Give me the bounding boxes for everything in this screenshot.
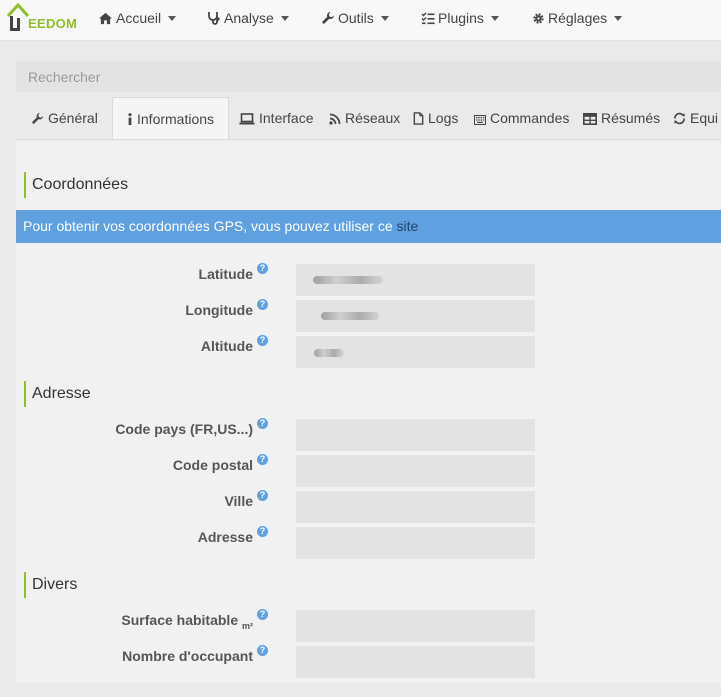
jeedom-logo[interactable]: EEDOM <box>6 2 80 38</box>
help-icon[interactable]: ? <box>257 490 268 501</box>
table-icon <box>583 113 597 125</box>
laptop-icon <box>239 113 255 125</box>
tab-resumes[interactable]: Résumés <box>583 97 660 139</box>
menu-plugins[interactable]: Plugins <box>421 0 499 36</box>
label-adresse: Adresse <box>197 529 253 545</box>
redacted-value <box>313 276 383 284</box>
rss-icon <box>329 113 341 125</box>
gear-icon <box>533 13 544 24</box>
section-title-divers: Divers <box>24 572 77 598</box>
country-code-input[interactable] <box>296 419 535 451</box>
label-altitude: Altitude <box>200 338 253 354</box>
label-code-pays: Code pays (FR,US...) <box>115 421 253 437</box>
tab-reseaux[interactable]: Réseaux <box>329 97 400 139</box>
config-tabs: Général Informations Interface Réseaux L… <box>16 97 721 140</box>
page-footer-gap <box>0 683 721 697</box>
info-icon <box>128 113 132 126</box>
top-navbar: EEDOM Accueil Analyse Outils Plugins Rég… <box>0 0 721 41</box>
surface-input[interactable] <box>296 610 535 642</box>
help-icon[interactable]: ? <box>257 645 268 656</box>
chevron-down-icon <box>280 16 289 21</box>
label-ville: Ville <box>224 493 253 509</box>
tab-interface[interactable]: Interface <box>239 97 313 139</box>
tab-informations[interactable]: Informations <box>112 97 230 139</box>
address-input[interactable] <box>296 527 535 559</box>
sync-icon <box>674 112 685 125</box>
postal-code-input[interactable] <box>296 455 535 487</box>
redacted-value <box>314 349 344 357</box>
tab-commandes[interactable]: Commandes <box>474 97 569 139</box>
wrench-icon <box>322 12 334 24</box>
chevron-down-icon <box>490 16 499 21</box>
occupants-input[interactable] <box>296 646 535 678</box>
unit-label: m² <box>242 620 253 631</box>
chevron-down-icon <box>168 16 177 21</box>
logo-text: EEDOM <box>28 16 78 31</box>
menu-accueil[interactable]: Accueil <box>98 0 177 36</box>
help-icon[interactable]: ? <box>257 335 268 346</box>
city-input[interactable] <box>296 491 535 523</box>
chevron-down-icon <box>614 16 623 21</box>
wrench-icon <box>31 112 44 125</box>
menu-outils[interactable]: Outils <box>321 0 389 36</box>
label-surface-habitable: Surface habitable m² <box>121 612 253 631</box>
redacted-value <box>321 312 379 320</box>
search-input[interactable] <box>16 61 721 92</box>
help-icon[interactable]: ? <box>257 454 268 465</box>
informations-panel: Coordonnées Pour obtenir vos coordonnées… <box>16 141 721 683</box>
home-icon <box>99 12 112 25</box>
help-icon[interactable]: ? <box>257 418 268 429</box>
help-icon[interactable]: ? <box>257 526 268 537</box>
tasks-icon <box>421 12 435 25</box>
label-latitude: Latitude <box>198 266 253 282</box>
label-code-postal: Code postal <box>172 457 253 473</box>
tab-logs[interactable]: Logs <box>413 97 458 139</box>
gps-info-banner: Pour obtenir vos coordonnées GPS, vous p… <box>16 210 721 243</box>
menu-analyse[interactable]: Analyse <box>207 0 289 36</box>
section-title-adresse: Adresse <box>24 381 91 407</box>
logo-house-icon <box>6 2 30 31</box>
keyboard-icon <box>474 115 486 125</box>
help-icon[interactable]: ? <box>257 299 268 310</box>
help-icon[interactable]: ? <box>257 263 268 274</box>
label-nombre-occupant: Nombre d'occupant <box>122 648 253 664</box>
menu-reglages[interactable]: Réglages <box>532 0 623 36</box>
tab-general[interactable]: Général <box>31 97 98 139</box>
stethoscope-icon <box>208 12 220 25</box>
section-title-coordonnees: Coordonnées <box>24 172 128 198</box>
tab-equipements[interactable]: Equi <box>673 97 718 139</box>
file-icon <box>413 112 424 125</box>
chevron-down-icon <box>380 16 389 21</box>
gps-site-link[interactable]: site <box>397 218 419 234</box>
label-longitude: Longitude <box>185 302 253 318</box>
help-icon[interactable]: ? <box>257 609 268 620</box>
